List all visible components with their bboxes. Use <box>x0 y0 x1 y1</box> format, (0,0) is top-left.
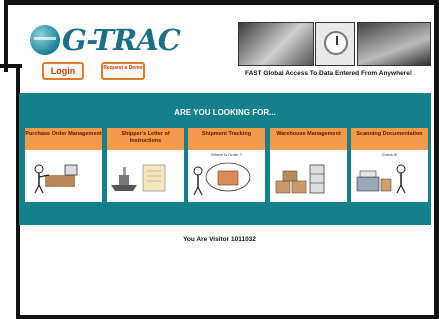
card-title: Purchase Order Management <box>25 128 102 150</box>
header-tagline: FAST Global Access To Data Entered From … <box>245 70 412 77</box>
card-title: Warehouse Management <box>270 128 347 150</box>
site-logo[interactable]: G-TRAC <box>30 22 181 58</box>
card-warehouse-management[interactable]: Warehouse Management <box>270 128 347 202</box>
card-purchase-order[interactable]: Purchase Order Management <box>25 128 102 202</box>
login-button[interactable]: Login <box>42 62 84 80</box>
panel-title: ARE YOU LOOKING FOR... <box>174 108 276 117</box>
card-subtitle <box>270 152 347 157</box>
request-demo-button[interactable]: Request a Demo <box>101 62 145 80</box>
scanner-person-icon <box>356 164 406 194</box>
card-shipment-tracking[interactable]: Shipment Tracking Where Is Order ? <box>188 128 265 202</box>
card-shippers-letter[interactable]: Shipper's Letter of Instructions <box>107 128 184 202</box>
visitor-counter: You Are Visitor 1011032 <box>183 236 256 243</box>
services-panel: ARE YOU LOOKING FOR... Purchase Order Ma… <box>19 93 431 225</box>
stopwatch-icon <box>324 31 348 55</box>
card-subtitle: Where Is Order ? <box>211 152 242 157</box>
ship-scroll-icon <box>111 164 166 192</box>
frame-top-border <box>4 0 439 5</box>
card-scanning-documentation[interactable]: Scanning Documentation Check It! <box>351 128 428 202</box>
package-thought-icon <box>193 162 251 196</box>
frame-right-border <box>434 0 439 319</box>
card-subtitle <box>25 152 102 157</box>
card-subtitle: Check It! <box>381 152 398 157</box>
office-worker-icon <box>34 164 78 194</box>
card-title: Shipper's Letter of Instructions <box>107 128 184 150</box>
logo-text: G-TRAC <box>62 23 181 57</box>
frame-bottom-border <box>16 315 439 319</box>
globe-icon <box>30 25 60 55</box>
card-subtitle <box>107 152 184 157</box>
keyboard-photo <box>238 22 314 66</box>
stopwatch-photo <box>315 22 355 66</box>
businessman-photo <box>357 22 431 66</box>
card-title: Scanning Documentation <box>351 128 428 150</box>
card-title: Shipment Tracking <box>188 128 265 150</box>
warehouse-boxes-icon <box>275 164 325 194</box>
frame-left-border <box>4 0 8 72</box>
